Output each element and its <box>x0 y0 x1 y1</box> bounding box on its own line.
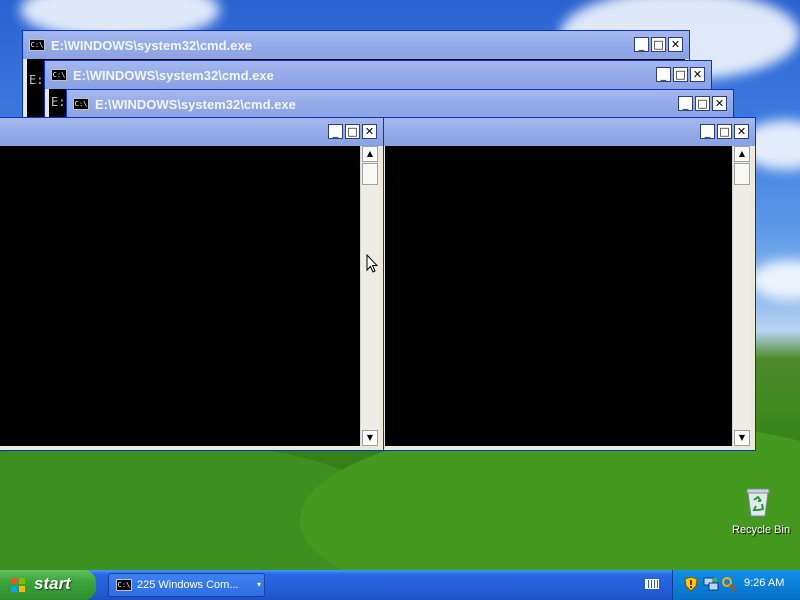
close-button[interactable]: ✕ <box>712 96 727 111</box>
vertical-scrollbar[interactable]: ▲ ▼ <box>360 146 379 446</box>
maximize-button[interactable]: □ <box>717 124 732 139</box>
arrow-cursor-icon <box>366 254 378 273</box>
clock[interactable]: 9:26 AM <box>744 577 784 589</box>
minimize-button[interactable]: _ <box>678 96 693 111</box>
console-text: E: <box>51 95 66 109</box>
search-icon[interactable] <box>721 576 737 592</box>
cmd-window-right[interactable]: _ □ ✕ ▲ ▼ <box>380 117 756 451</box>
start-label: start <box>34 574 71 593</box>
network-icon[interactable] <box>703 576 719 592</box>
start-button[interactable]: start <box>0 570 96 600</box>
scroll-down-button[interactable]: ▼ <box>362 430 378 446</box>
window-title: E:\WINDOWS\system32\cmd.exe <box>51 38 252 53</box>
recycle-bin-icon <box>746 488 770 517</box>
minimize-button[interactable]: _ <box>634 37 649 52</box>
window-title: E:\WINDOWS\system32\cmd.exe <box>95 97 296 112</box>
windows-flag-icon <box>11 578 25 592</box>
scroll-thumb[interactable] <box>362 163 378 185</box>
keyboard-icon[interactable] <box>645 579 659 589</box>
cloud <box>750 260 800 300</box>
taskbar-group-label: 225 Windows Com... <box>137 579 239 591</box>
title-bar[interactable]: _ □ ✕ <box>381 118 755 146</box>
scroll-down-button[interactable]: ▼ <box>734 430 750 446</box>
maximize-button[interactable]: □ <box>695 96 710 111</box>
desktop: C:\ E:\WINDOWS\system32\cmd.exe _ □ ✕ E:… <box>0 0 800 570</box>
scroll-up-button[interactable]: ▲ <box>734 146 750 162</box>
cmd-app-icon: C:\ <box>29 39 45 51</box>
close-button[interactable]: ✕ <box>690 67 705 82</box>
cmd-app-icon: C:\ <box>116 579 132 591</box>
console-area[interactable]: ▲ ▼ <box>0 146 379 446</box>
shield-icon[interactable] <box>683 576 699 592</box>
window-title: E:\WINDOWS\system32\cmd.exe <box>73 68 274 83</box>
scroll-thumb[interactable] <box>734 163 750 185</box>
scroll-up-button[interactable]: ▲ <box>362 146 378 162</box>
title-bar[interactable]: C:\ E:\WINDOWS\system32\cmd.exe _ □ ✕ <box>67 90 733 118</box>
title-bar[interactable]: _ □ ✕ <box>0 118 383 146</box>
cmd-app-icon: C:\ <box>73 98 89 110</box>
minimize-button[interactable]: _ <box>700 124 715 139</box>
minimize-button[interactable]: _ <box>328 124 343 139</box>
maximize-button[interactable]: □ <box>345 124 360 139</box>
cmd-window-left[interactable]: _ □ ✕ ▲ ▼ <box>0 117 384 451</box>
maximize-button[interactable]: □ <box>651 37 666 52</box>
chevron-down-icon: ▾ <box>256 580 261 589</box>
console-area[interactable]: ▲ ▼ <box>385 146 751 446</box>
taskbar-group-button[interactable]: C:\ 225 Windows Com... ▾ <box>108 573 265 597</box>
system-tray: 9:26 AM <box>672 570 800 600</box>
recycle-bin-shortcut[interactable]: Recycle Bin <box>720 484 800 544</box>
taskbar: start C:\ 225 Windows Com... ▾ 9:26 AM <box>0 570 800 600</box>
minimize-button[interactable]: _ <box>656 67 671 82</box>
recycle-bin-label: Recycle Bin <box>732 524 791 536</box>
title-bar[interactable]: C:\ E:\WINDOWS\system32\cmd.exe _ □ ✕ <box>23 31 689 59</box>
vertical-scrollbar[interactable]: ▲ ▼ <box>732 146 751 446</box>
cmd-app-icon: C:\ <box>51 69 67 81</box>
close-button[interactable]: ✕ <box>734 124 749 139</box>
close-button[interactable]: ✕ <box>668 37 683 52</box>
maximize-button[interactable]: □ <box>673 67 688 82</box>
console-text: E: <box>29 73 44 87</box>
close-button[interactable]: ✕ <box>362 124 377 139</box>
title-bar[interactable]: C:\ E:\WINDOWS\system32\cmd.exe _ □ ✕ <box>45 61 711 89</box>
